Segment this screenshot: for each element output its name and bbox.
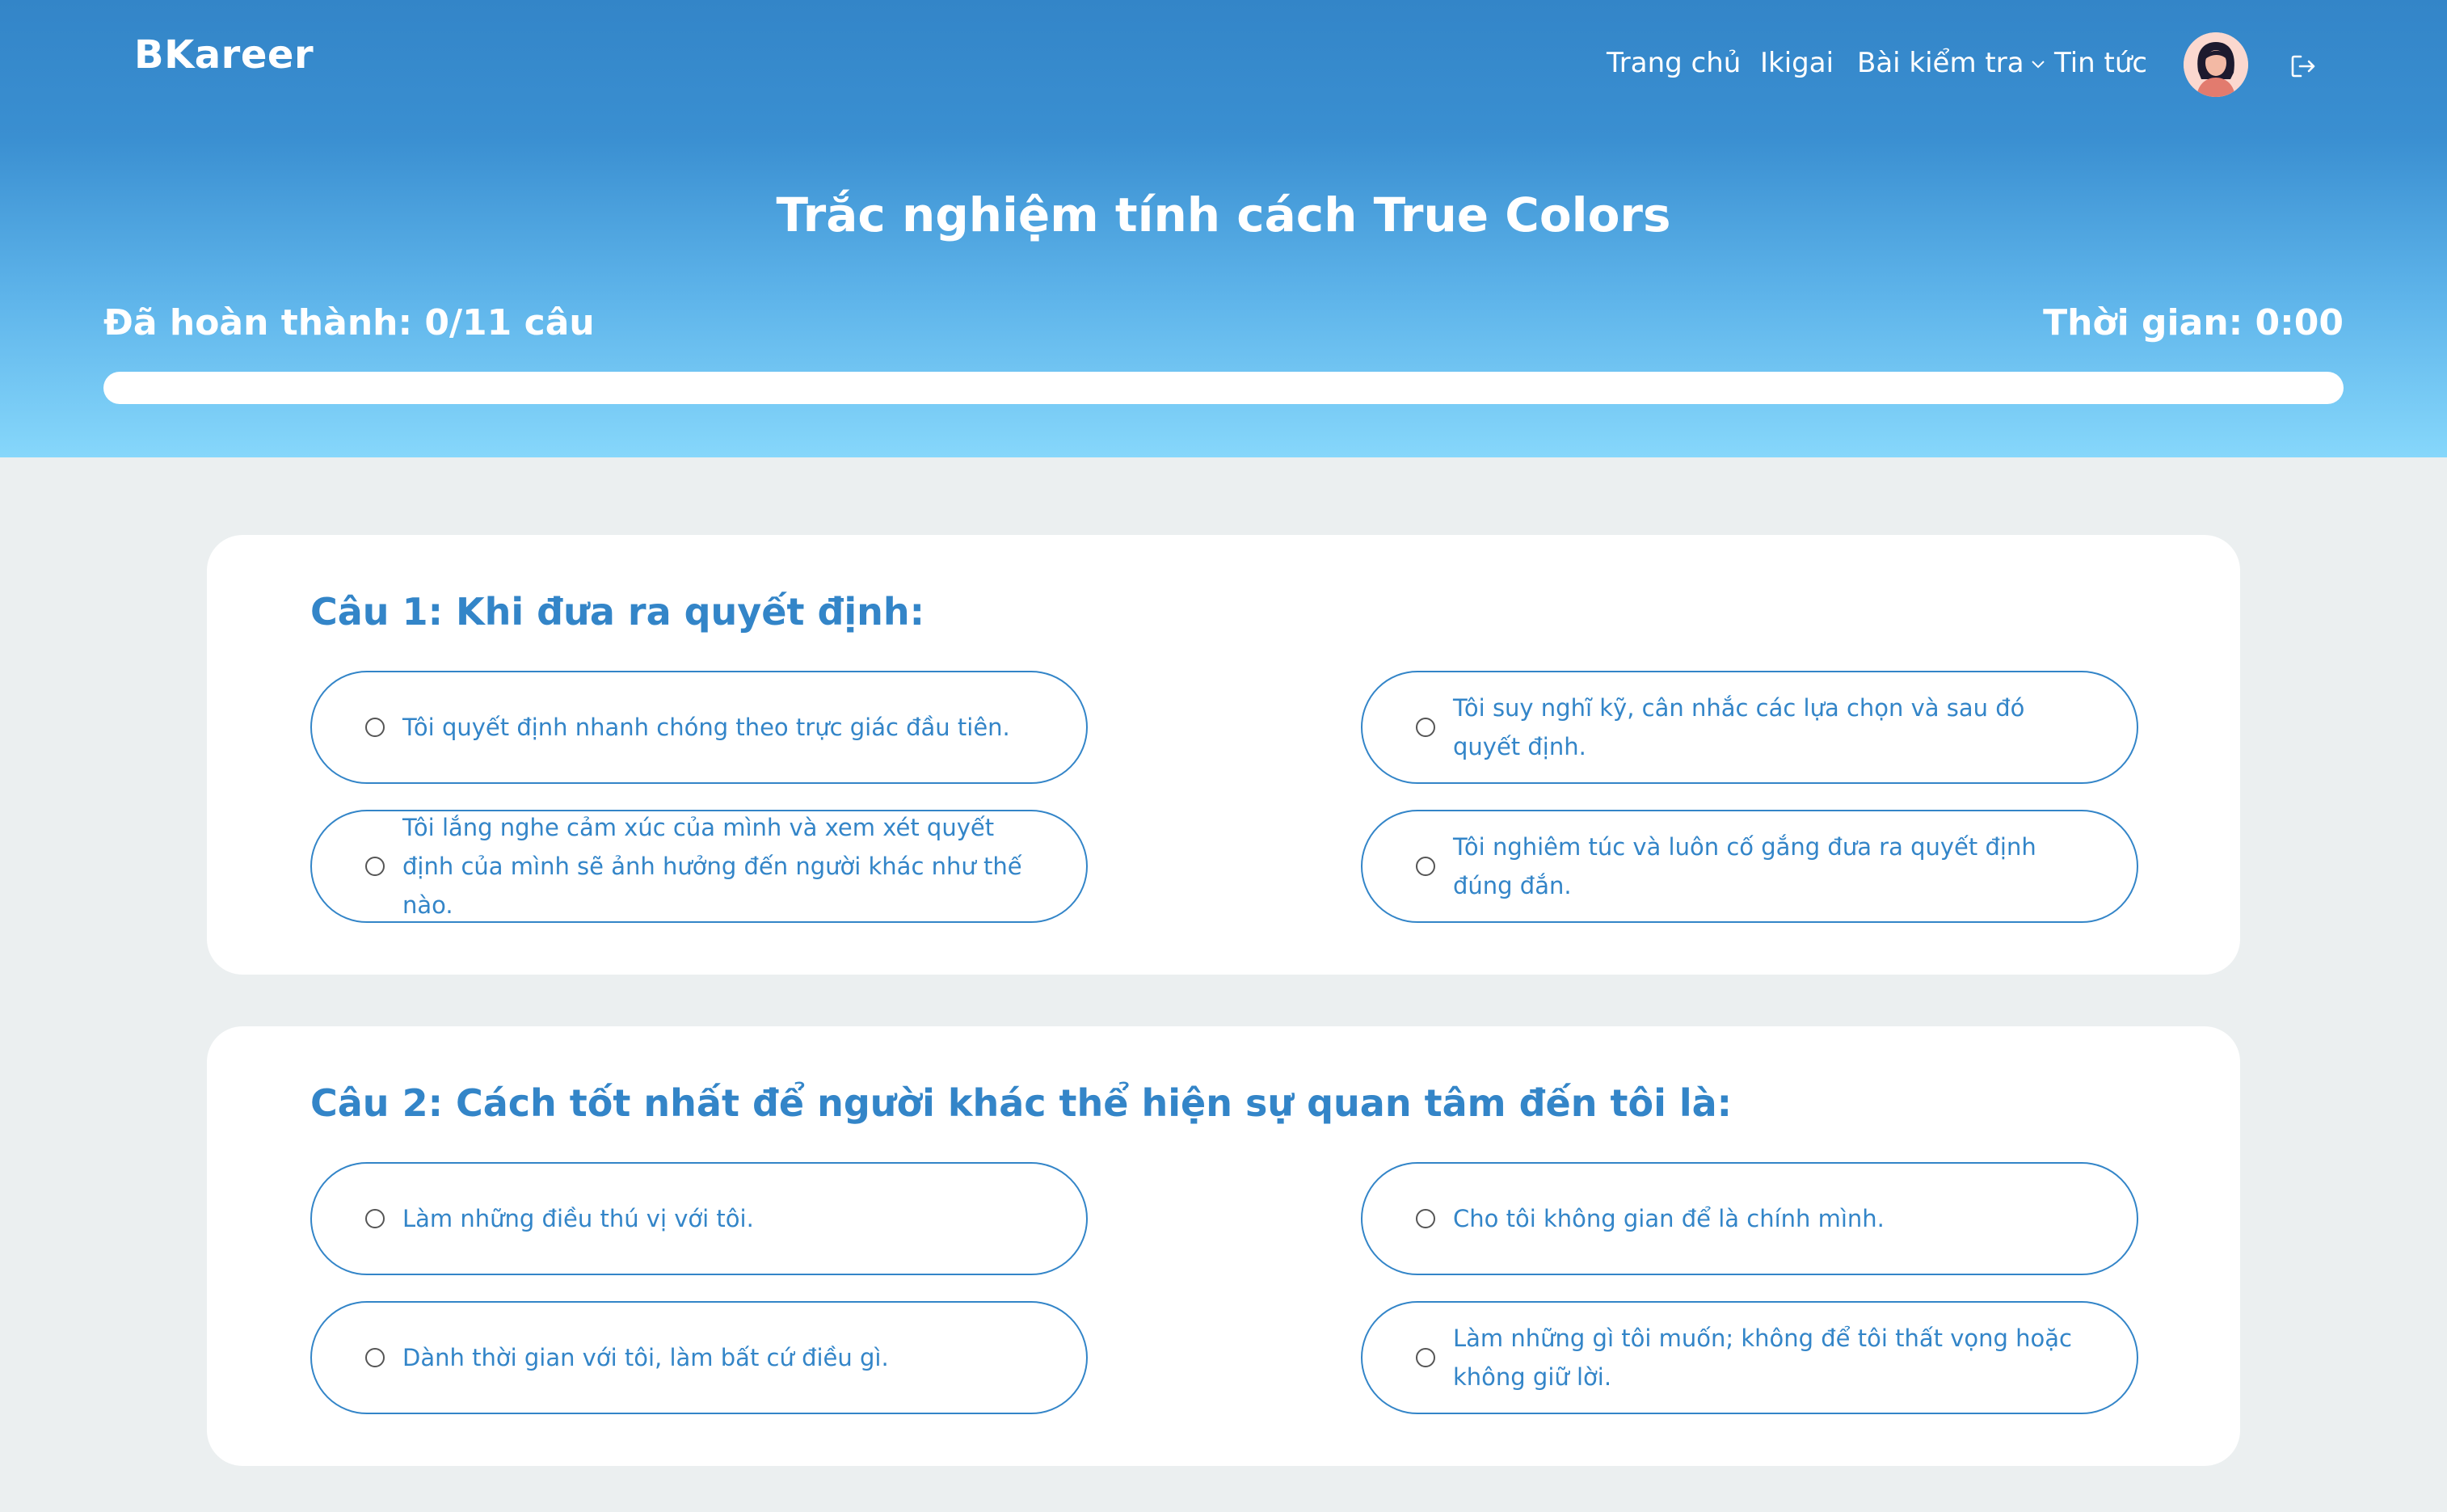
answer-option[interactable]: Cho tôi không gian để là chính mình. [1361,1162,2138,1275]
answer-label: Cho tôi không gian để là chính mình. [1453,1205,1885,1232]
radio-button[interactable] [365,1209,385,1228]
question-title: Câu 1: Khi đưa ra quyết định: [310,590,925,634]
avatar-image [2184,32,2248,97]
user-avatar[interactable] [2184,32,2248,97]
answer-option[interactable]: Làm những gì tôi muốn; không để tôi thất… [1361,1301,2138,1414]
nav-tests-label: Bài kiểm tra [1857,47,2024,79]
question-card: Câu 1: Khi đưa ra quyết định: Tôi quyết … [207,535,2240,975]
answer-label: Tôi quyết định nhanh chóng theo trực giá… [402,714,1010,741]
radio-button[interactable] [1416,857,1435,876]
top-navbar: BKareer Trang chủ Ikigai Bài kiểm tra Ti… [0,0,2447,129]
page-title: Trắc nghiệm tính cách True Colors [776,187,1671,242]
nav-ikigai-link[interactable]: Ikigai [1760,47,1834,79]
nav-news-link[interactable]: Tin tức [2054,47,2147,79]
nav-tests-dropdown[interactable]: Bài kiểm tra [1857,47,2045,79]
answer-option[interactable]: Dành thời gian với tôi, làm bất cứ điều … [310,1301,1088,1414]
answer-label: Tôi lắng nghe cảm xúc của mình và xem xé… [402,814,1022,919]
answer-option[interactable]: Tôi quyết định nhanh chóng theo trực giá… [310,671,1088,784]
radio-button[interactable] [365,718,385,737]
answer-option[interactable]: Tôi nghiêm túc và luôn cố gắng đưa ra qu… [1361,810,2138,923]
radio-button[interactable] [365,1348,385,1367]
radio-button[interactable] [1416,1348,1435,1367]
answer-option[interactable]: Tôi lắng nghe cảm xúc của mình và xem xé… [310,810,1088,923]
answer-option[interactable]: Làm những điều thú vị với tôi. [310,1162,1088,1275]
radio-button[interactable] [1416,1209,1435,1228]
nav-home-link[interactable]: Trang chủ [1607,47,1741,79]
progress-label: Đã hoàn thành: 0/11 câu [103,302,595,343]
question-title: Câu 2: Cách tốt nhất để người khác thể h… [310,1081,1733,1125]
timer-label: Thời gian: 0:00 [2043,302,2344,343]
answer-option[interactable]: Tôi suy nghĩ kỹ, cân nhắc các lựa chọn v… [1361,671,2138,784]
answer-label: Làm những gì tôi muốn; không để tôi thất… [1453,1325,2072,1391]
radio-button[interactable] [1416,718,1435,737]
page-header: BKareer Trang chủ Ikigai Bài kiểm tra Ti… [0,0,2447,457]
answer-label: Làm những điều thú vị với tôi. [402,1205,754,1232]
chevron-down-icon [2031,60,2045,68]
radio-button[interactable] [365,857,385,876]
answer-label: Dành thời gian với tôi, làm bất cứ điều … [402,1344,889,1371]
question-card: Câu 2: Cách tốt nhất để người khác thể h… [207,1026,2240,1466]
brand-logo[interactable]: BKareer [134,32,314,78]
answer-label: Tôi suy nghĩ kỹ, cân nhắc các lựa chọn v… [1453,694,2025,760]
progress-bar [103,372,2344,404]
logout-icon[interactable] [2289,52,2318,81]
answer-label: Tôi nghiêm túc và luôn cố gắng đưa ra qu… [1453,833,2036,899]
